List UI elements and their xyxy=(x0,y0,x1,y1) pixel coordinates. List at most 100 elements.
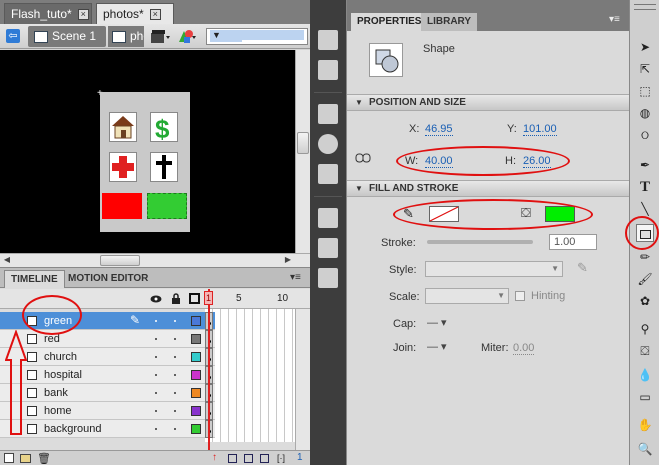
lasso-tool-icon[interactable]: ଠ xyxy=(636,126,654,144)
pencil-tool-icon[interactable]: ✏ xyxy=(636,248,654,266)
tab-properties[interactable]: PROPERTIES xyxy=(351,13,428,31)
3d-rotation-tool-icon[interactable]: ◍ xyxy=(636,104,654,122)
outline-icon[interactable] xyxy=(189,293,200,304)
frames-grid[interactable] xyxy=(205,309,295,442)
zoom-tool-icon[interactable]: 🔍 xyxy=(636,440,654,458)
y-value[interactable]: 101.00 xyxy=(523,123,557,136)
outline-color-swatch[interactable] xyxy=(191,424,201,434)
stage-vertical-scrollbar[interactable] xyxy=(295,50,310,253)
brush-tool-icon[interactable]: 🖌 xyxy=(636,270,654,288)
edit-multiple-frames-icon[interactable] xyxy=(260,454,269,463)
visibility-dot[interactable] xyxy=(155,374,157,376)
lock-dot[interactable] xyxy=(174,320,176,322)
panel-menu-icon[interactable]: ▾≡ xyxy=(290,272,301,283)
panel-menu-icon[interactable]: ▾≡ xyxy=(609,14,620,25)
outline-color-swatch[interactable] xyxy=(191,352,201,362)
tab-motion-editor[interactable]: MOTION EDITOR xyxy=(62,270,154,288)
lock-dot[interactable] xyxy=(174,392,176,394)
visibility-dot[interactable] xyxy=(155,338,157,340)
subselection-tool-icon[interactable]: ⇱ xyxy=(636,60,654,78)
color-panel-icon[interactable] xyxy=(318,30,338,50)
visibility-dot[interactable] xyxy=(155,428,157,430)
stroke-slider[interactable] xyxy=(427,240,533,244)
new-layer-icon[interactable] xyxy=(4,453,14,463)
transform-panel-icon[interactable] xyxy=(318,164,338,184)
close-icon[interactable]: × xyxy=(77,9,89,21)
edit-symbols-icon[interactable] xyxy=(176,28,198,45)
document-tab-photos[interactable]: photos* × xyxy=(96,3,174,24)
hand-tool-icon[interactable]: ✋ xyxy=(636,416,654,434)
zoom-select[interactable]: 100% ▼ xyxy=(206,28,308,45)
layer-row-background[interactable]: background xyxy=(0,420,215,438)
onion-outline-icon[interactable] xyxy=(244,454,253,463)
lock-dot[interactable] xyxy=(174,356,176,358)
layer-row-red[interactable]: red xyxy=(0,330,215,348)
lock-dot[interactable] xyxy=(174,338,176,340)
timeline-vertical-scrollbar[interactable] xyxy=(295,309,310,450)
close-icon[interactable]: × xyxy=(149,9,161,21)
tab-timeline[interactable]: TIMELINE xyxy=(4,270,65,288)
layer-row-church[interactable]: church xyxy=(0,348,215,366)
stage-horizontal-scrollbar[interactable]: ◀ ▶ xyxy=(0,253,310,267)
church-cross-icon[interactable] xyxy=(150,152,178,182)
link-constrain-icon[interactable] xyxy=(355,152,371,164)
x-value[interactable]: 46.95 xyxy=(425,123,453,136)
motion-presets-icon[interactable] xyxy=(318,268,338,288)
visibility-dot[interactable] xyxy=(155,320,157,322)
modify-markers-icon[interactable]: [·] xyxy=(277,453,285,463)
back-arrow-icon[interactable]: ⇦ xyxy=(6,29,20,43)
hospital-cross-icon[interactable] xyxy=(109,152,137,182)
trash-icon[interactable]: 🗑 xyxy=(37,452,51,465)
miter-value[interactable]: 0.00 xyxy=(513,342,535,355)
onion-skin-icon[interactable] xyxy=(228,454,237,463)
center-frame-icon[interactable]: ↑ xyxy=(212,452,217,463)
hinting-checkbox[interactable] xyxy=(515,291,525,301)
scroll-thumb[interactable] xyxy=(297,132,309,154)
visibility-dot[interactable] xyxy=(155,392,157,394)
outline-color-swatch[interactable] xyxy=(191,316,201,326)
lock-dot[interactable] xyxy=(174,410,176,412)
deco-tool-icon[interactable]: ✿ xyxy=(636,292,654,310)
visibility-dot[interactable] xyxy=(155,356,157,358)
symbol-breadcrumb[interactable]: photos xyxy=(108,26,144,47)
text-tool-icon[interactable]: T xyxy=(636,178,654,196)
outline-color-swatch[interactable] xyxy=(191,388,201,398)
section-position-size[interactable]: ▼ POSITION AND SIZE xyxy=(347,94,630,111)
home-icon[interactable] xyxy=(109,112,137,142)
eyedropper-tool-icon[interactable]: 💧 xyxy=(636,366,654,384)
pen-tool-icon[interactable]: ✒ xyxy=(636,156,654,174)
components-panel-icon[interactable] xyxy=(318,238,338,258)
actions-panel-icon[interactable] xyxy=(318,208,338,228)
section-fill-stroke[interactable]: ▼ FILL AND STROKE xyxy=(347,180,630,197)
lock-icon[interactable] xyxy=(171,293,181,304)
red-rectangle[interactable] xyxy=(102,193,142,219)
info-panel-icon[interactable] xyxy=(318,134,338,154)
lock-dot[interactable] xyxy=(174,374,176,376)
eraser-tool-icon[interactable]: ▭ xyxy=(636,388,654,406)
scroll-thumb[interactable] xyxy=(100,255,140,266)
edit-stroke-style-icon[interactable]: ✎ xyxy=(577,260,588,276)
lock-dot[interactable] xyxy=(174,428,176,430)
layer-row-bank[interactable]: bank xyxy=(0,384,215,402)
scroll-left-icon[interactable]: ◀ xyxy=(1,254,13,266)
eye-icon[interactable] xyxy=(150,295,162,303)
green-rectangle[interactable] xyxy=(147,193,187,219)
outline-color-swatch[interactable] xyxy=(191,334,201,344)
tab-library[interactable]: LIBRARY xyxy=(421,13,478,31)
edit-scene-icon[interactable] xyxy=(150,28,172,45)
outline-color-swatch[interactable] xyxy=(191,370,201,380)
paint-bucket-tool-icon[interactable]: ⛋ xyxy=(636,342,654,360)
scale-dropdown[interactable]: ▼ xyxy=(425,288,509,304)
playhead-frame-label[interactable]: 1 xyxy=(204,291,213,305)
visibility-dot[interactable] xyxy=(155,410,157,412)
bone-tool-icon[interactable]: ⚲ xyxy=(636,320,654,338)
document-tab-flash-tuto[interactable]: Flash_tuto* × xyxy=(4,3,92,24)
style-dropdown[interactable]: ▼ xyxy=(425,261,563,277)
outline-color-swatch[interactable] xyxy=(191,406,201,416)
dollar-icon[interactable]: $ xyxy=(150,112,178,144)
free-transform-tool-icon[interactable]: ⬚ xyxy=(636,82,654,100)
align-panel-icon[interactable] xyxy=(318,104,338,124)
playhead[interactable] xyxy=(208,289,210,457)
new-folder-icon[interactable] xyxy=(20,454,31,463)
stroke-input[interactable]: 1.00 xyxy=(549,234,597,250)
